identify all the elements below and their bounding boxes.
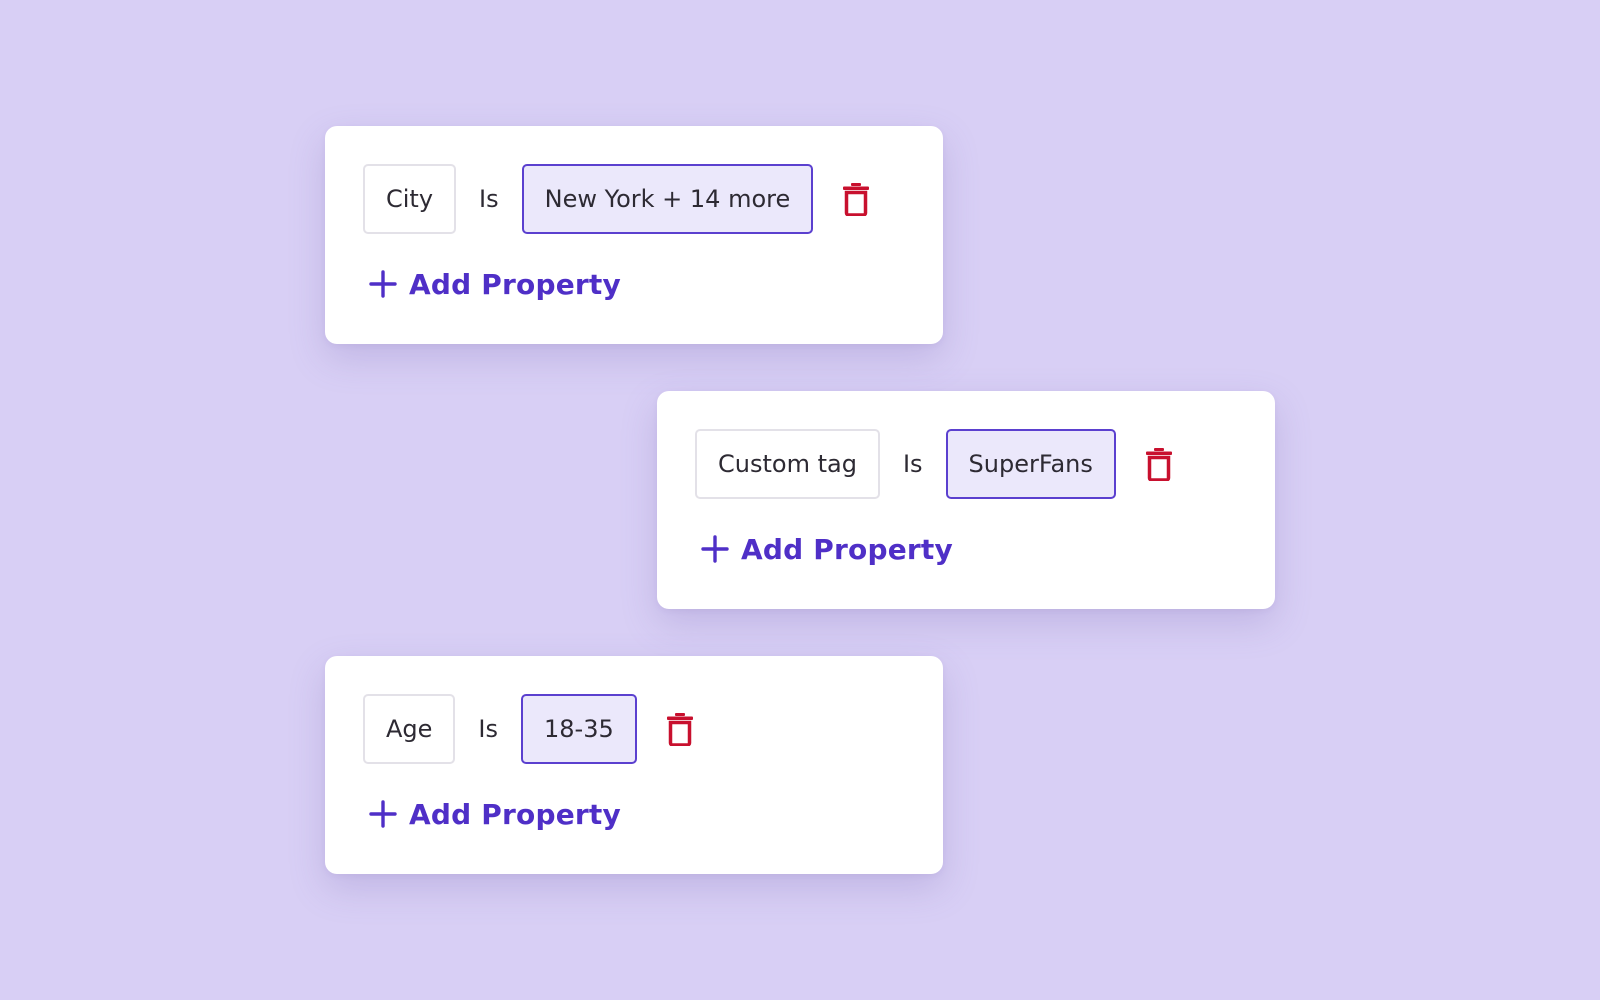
- operator-label: Is: [479, 185, 499, 213]
- property-label: Custom tag: [718, 450, 857, 478]
- value-select[interactable]: SuperFans: [945, 429, 1116, 499]
- property-label: City: [386, 185, 434, 213]
- value-label: New York + 14 more: [544, 185, 791, 213]
- delete-condition-button[interactable]: [665, 711, 695, 747]
- filter-card: Age Is 18-35 Add Property: [325, 656, 943, 874]
- plus-icon: [369, 800, 397, 828]
- value-label: SuperFans: [968, 450, 1093, 478]
- property-label: Age: [386, 715, 433, 743]
- property-select[interactable]: Custom tag: [695, 429, 880, 499]
- filter-condition-row: Age Is 18-35: [363, 694, 695, 764]
- add-property-label: Add Property: [741, 532, 953, 566]
- delete-condition-button[interactable]: [841, 181, 871, 217]
- plus-icon: [369, 270, 397, 298]
- add-property-button[interactable]: Add Property: [701, 529, 953, 569]
- add-property-label: Add Property: [409, 797, 621, 831]
- trash-icon: [843, 183, 870, 216]
- operator-label: Is: [478, 715, 499, 743]
- property-select[interactable]: City: [363, 164, 457, 234]
- add-property-button[interactable]: Add Property: [369, 264, 621, 304]
- trash-icon: [1145, 448, 1172, 481]
- filter-card: Custom tag Is SuperFans Add Property: [657, 391, 1275, 609]
- filter-card: City Is New York + 14 more Add Property: [325, 126, 943, 344]
- plus-icon: [701, 535, 729, 563]
- add-property-label: Add Property: [409, 267, 621, 301]
- filter-condition-row: Custom tag Is SuperFans: [695, 429, 1174, 499]
- filter-condition-row: City Is New York + 14 more: [363, 164, 871, 234]
- value-select[interactable]: New York + 14 more: [521, 164, 814, 234]
- value-select[interactable]: 18-35: [521, 694, 637, 764]
- property-select[interactable]: Age: [363, 694, 456, 764]
- value-label: 18-35: [544, 715, 614, 743]
- delete-condition-button[interactable]: [1144, 446, 1174, 482]
- add-property-button[interactable]: Add Property: [369, 794, 621, 834]
- trash-icon: [666, 713, 693, 746]
- operator-label: Is: [902, 450, 923, 478]
